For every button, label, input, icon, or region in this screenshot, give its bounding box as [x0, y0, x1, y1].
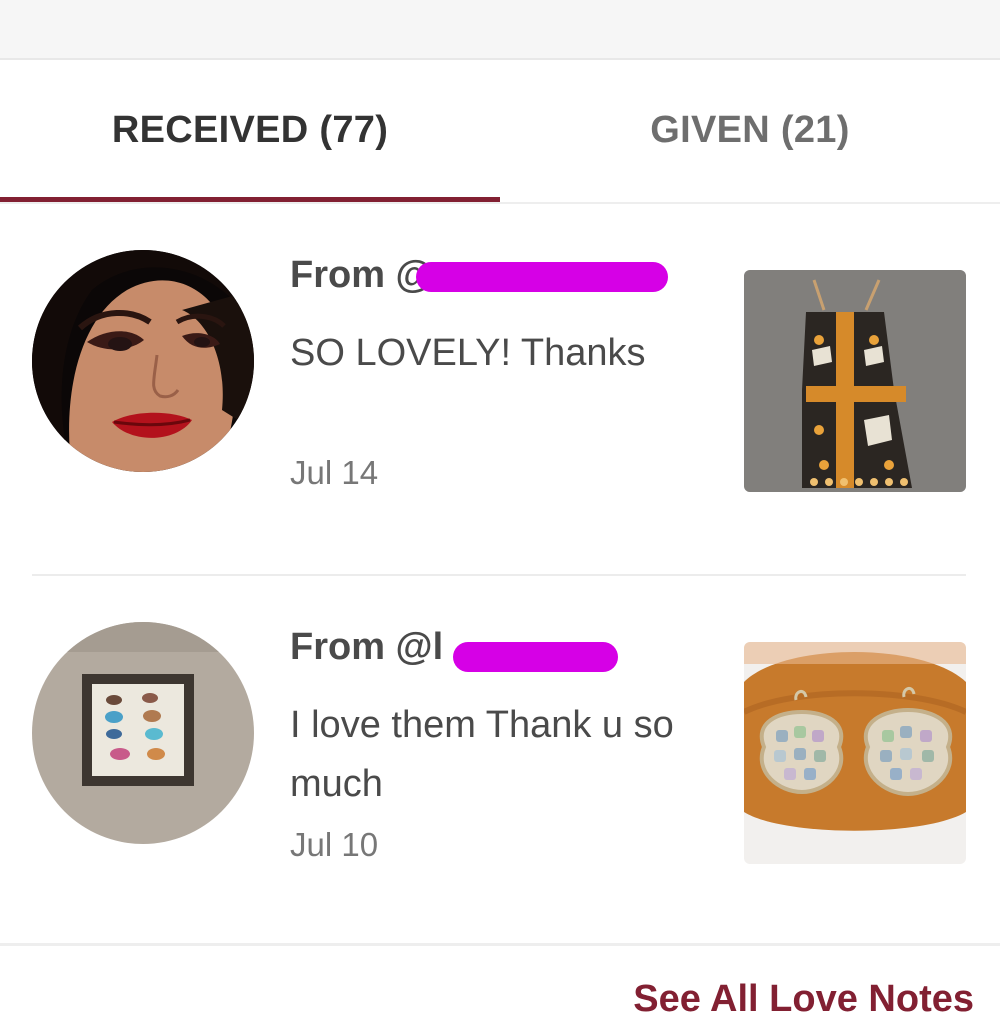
note-divider	[32, 574, 966, 576]
love-notes-tabs: RECEIVED (77) GIVEN (21)	[0, 60, 1000, 204]
sender-handle[interactable]: From @l	[290, 626, 443, 669]
listing-thumbnail[interactable]	[744, 642, 966, 864]
tab-given[interactable]: GIVEN (21)	[500, 60, 1000, 201]
redaction-mark	[416, 262, 668, 292]
woman-portrait-icon	[32, 250, 254, 472]
patterned-dress-icon	[744, 270, 966, 492]
sender-avatar[interactable]	[32, 622, 254, 844]
listing-thumbnail[interactable]	[744, 270, 966, 492]
love-note-date: Jul 10	[290, 826, 379, 863]
tabs-divider	[0, 202, 1000, 204]
sender-handle[interactable]: From @	[290, 254, 433, 297]
tab-received[interactable]: RECEIVED (77)	[0, 60, 500, 201]
love-note-message: I love them Thank u so much	[290, 704, 674, 805]
redaction-mark	[453, 642, 618, 672]
butterfly-frame-icon	[32, 622, 254, 844]
love-note-message: SO LOVELY! Thanks	[290, 332, 646, 374]
love-note-date: Jul 14	[290, 454, 379, 491]
abalone-earrings-icon	[744, 642, 966, 864]
section-divider	[0, 943, 1000, 946]
top-bar	[0, 0, 1000, 60]
sender-avatar[interactable]	[32, 250, 254, 472]
